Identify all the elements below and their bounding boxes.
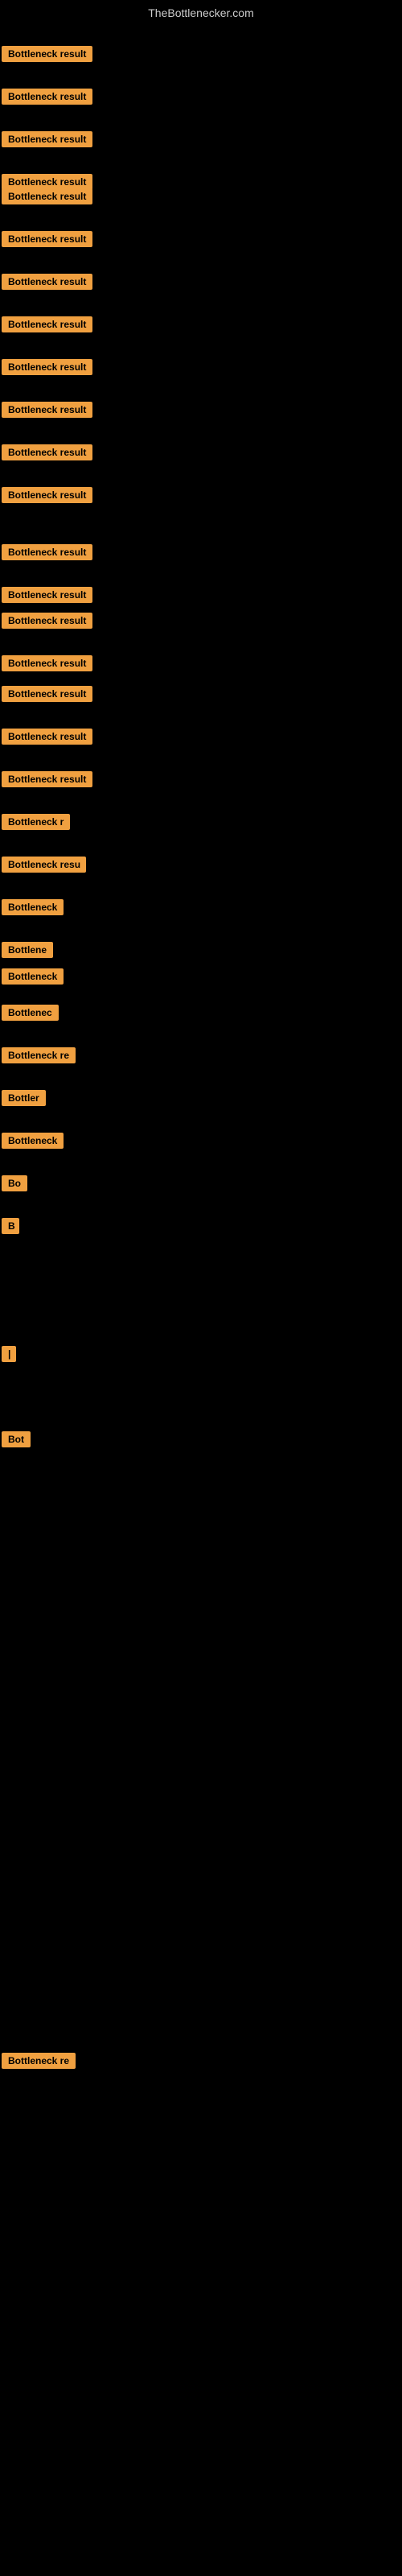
result-item-28: Bottleneck (2, 1133, 64, 1153)
result-item-15: Bottleneck result (2, 613, 92, 633)
bottleneck-badge-39: Bottleneck re (2, 2053, 76, 2069)
bottleneck-badge-14: Bottleneck result (2, 587, 92, 603)
result-item-14: Bottleneck result (2, 587, 92, 607)
result-item-5: Bottleneck result (2, 188, 92, 208)
result-item-26: Bottleneck re (2, 1047, 76, 1067)
result-item-33: | (2, 1346, 16, 1366)
bottleneck-badge-30: B (2, 1218, 19, 1234)
bottleneck-badge-12: Bottleneck result (2, 487, 92, 503)
bottleneck-badge-24: Bottleneck (2, 968, 64, 985)
bottleneck-badge-29: Bo (2, 1175, 27, 1191)
result-item-19: Bottleneck result (2, 771, 92, 791)
bottleneck-badge-17: Bottleneck result (2, 686, 92, 702)
result-item-8: Bottleneck result (2, 316, 92, 336)
result-item-1: Bottleneck result (2, 46, 92, 66)
bottleneck-badge-19: Bottleneck result (2, 771, 92, 787)
result-item-22: Bottleneck (2, 899, 64, 919)
bottleneck-badge-20: Bottleneck r (2, 814, 70, 830)
result-item-9: Bottleneck result (2, 359, 92, 379)
result-item-13: Bottleneck result (2, 544, 92, 564)
bottleneck-badge-26: Bottleneck re (2, 1047, 76, 1063)
bottleneck-badge-11: Bottleneck result (2, 444, 92, 460)
result-item-3: Bottleneck result (2, 131, 92, 151)
bottleneck-badge-2: Bottleneck result (2, 89, 92, 105)
bottleneck-badge-3: Bottleneck result (2, 131, 92, 147)
bottleneck-badge-27: Bottler (2, 1090, 46, 1106)
bottleneck-badge-10: Bottleneck result (2, 402, 92, 418)
result-item-18: Bottleneck result (2, 729, 92, 749)
bottleneck-badge-13: Bottleneck result (2, 544, 92, 560)
bottleneck-badge-5: Bottleneck result (2, 188, 92, 204)
bottleneck-badge-18: Bottleneck result (2, 729, 92, 745)
bottleneck-badge-7: Bottleneck result (2, 274, 92, 290)
site-title: TheBottlenecker.com (0, 0, 402, 23)
result-item-20: Bottleneck r (2, 814, 70, 834)
bottleneck-badge-15: Bottleneck result (2, 613, 92, 629)
result-item-30: B (2, 1218, 19, 1238)
result-item-24: Bottleneck (2, 968, 64, 989)
bottleneck-badge-28: Bottleneck (2, 1133, 64, 1149)
bottleneck-badge-4: Bottleneck result (2, 174, 92, 190)
result-item-25: Bottlenec (2, 1005, 59, 1025)
bottleneck-badge-35: Bot (2, 1431, 31, 1447)
result-item-17: Bottleneck result (2, 686, 92, 706)
bottleneck-badge-8: Bottleneck result (2, 316, 92, 332)
bottleneck-badge-33: | (2, 1346, 16, 1362)
bottleneck-badge-21: Bottleneck resu (2, 857, 86, 873)
bottleneck-badge-1: Bottleneck result (2, 46, 92, 62)
result-item-16: Bottleneck result (2, 655, 92, 675)
bottleneck-badge-16: Bottleneck result (2, 655, 92, 671)
result-item-2: Bottleneck result (2, 89, 92, 109)
result-item-29: Bo (2, 1175, 27, 1195)
result-item-12: Bottleneck result (2, 487, 92, 507)
bottleneck-badge-25: Bottlenec (2, 1005, 59, 1021)
result-item-7: Bottleneck result (2, 274, 92, 294)
result-item-35: Bot (2, 1431, 31, 1451)
result-item-10: Bottleneck result (2, 402, 92, 422)
result-item-23: Bottlene (2, 942, 53, 962)
bottleneck-badge-23: Bottlene (2, 942, 53, 958)
bottleneck-badge-6: Bottleneck result (2, 231, 92, 247)
result-item-27: Bottler (2, 1090, 46, 1110)
result-item-6: Bottleneck result (2, 231, 92, 251)
bottleneck-badge-9: Bottleneck result (2, 359, 92, 375)
bottleneck-badge-22: Bottleneck (2, 899, 64, 915)
result-item-39: Bottleneck re (2, 2053, 76, 2073)
result-item-21: Bottleneck resu (2, 857, 86, 877)
result-item-11: Bottleneck result (2, 444, 92, 464)
